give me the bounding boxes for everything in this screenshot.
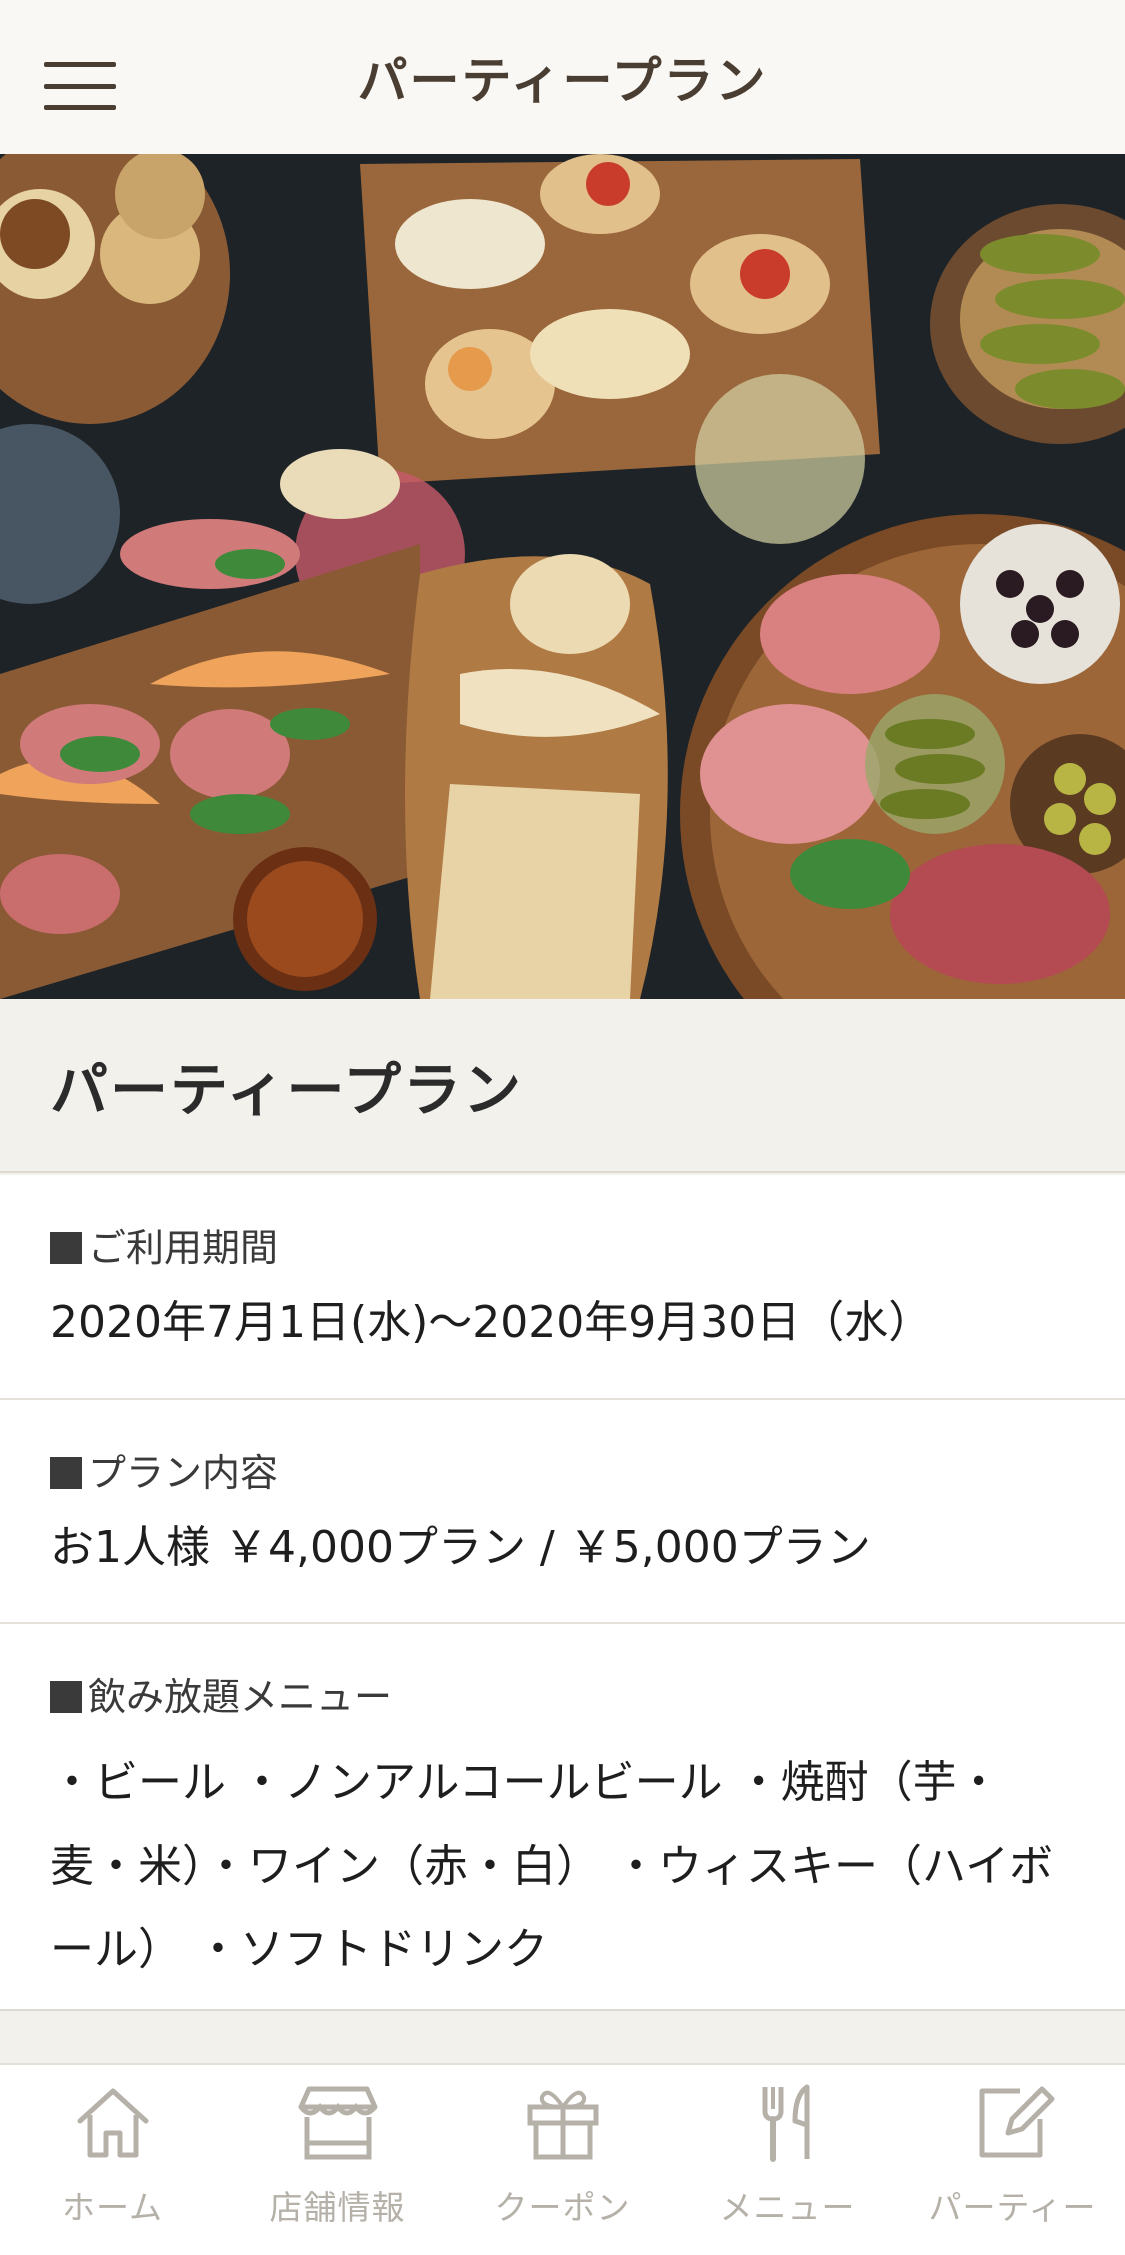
header-title: パーティープラン [357,52,768,110]
nav-label-coupon: クーポン [494,2188,631,2227]
nav-item-coupon[interactable]: クーポン [450,2065,675,2255]
hamburger-menu-button[interactable] [44,62,116,110]
block-label: ご利用期間 [50,1217,1075,1272]
plan-content-block: プラン内容 お1人様 ￥4,000プラン / ￥5,000プラン [0,1400,1125,1625]
square-bullet-icon [50,1681,82,1714]
usage-period-label: ご利用期間 [88,1226,279,1270]
nav-label-party: パーティー [928,2188,1097,2227]
square-bullet-icon [50,1456,82,1489]
block-label: 飲み放題メニュー [50,1666,1075,1721]
section-header: パーティープラン [0,999,1125,1173]
nav-label-home: ホーム [61,2188,163,2227]
store-icon [298,2086,377,2160]
drink-menu-block: 飲み放題メニュー ・ビール ・ノンアルコールビール ・焼酎（芋・麦・米）・ワイン… [0,1624,1125,2036]
plan-details: ご利用期間 2020年7月1日(水)〜2020年9月30日（水） プラン内容 お… [0,1175,1125,2011]
edit-icon [979,2086,1054,2158]
nav-label-store-info: 店舗情報 [269,2188,406,2227]
menu-line [44,105,116,110]
hero-image [0,154,1125,999]
app-root: パーティープラン パーティープラン ご利用期間 2020年7月1日(水)〜202… [0,0,1125,2255]
section-title: パーティープラン [50,1056,524,1124]
home-icon [77,2088,148,2158]
drink-menu-value: ・ビール ・ノンアルコールビール ・焼酎（芋・麦・米）・ワイン（赤・白） ・ウィ… [50,1757,1054,1976]
bottom-nav: ホーム 店舗情報 クーポン メニュー パーティー [0,2063,1125,2255]
plan-content-value: お1人様 ￥4,000プラン / ￥5,000プラン [50,1521,871,1573]
nav-label-menu: メニュー [719,2188,856,2227]
menu-line [44,83,116,89]
nav-item-menu[interactable]: メニュー [675,2065,900,2255]
menu-line [44,62,116,67]
nav-item-party[interactable]: パーティー [900,2065,1125,2255]
drink-menu-label: 飲み放題メニュー [88,1675,393,1720]
usage-period-value: 2020年7月1日(水)〜2020年9月30日（水） [50,1297,933,1348]
nav-item-store-info[interactable]: 店舗情報 [225,2065,450,2255]
block-label: プラン内容 [50,1442,1075,1497]
food-platter-image [0,154,1125,999]
fork-knife-icon [762,2084,809,2162]
gift-icon [527,2090,598,2160]
plan-content-label: プラン内容 [88,1450,279,1495]
usage-period-block: ご利用期間 2020年7月1日(水)〜2020年9月30日（水） [0,1175,1125,1400]
nav-item-home[interactable]: ホーム [0,2065,225,2255]
square-bullet-icon [50,1232,82,1264]
header-bar: パーティープラン [0,0,1125,154]
